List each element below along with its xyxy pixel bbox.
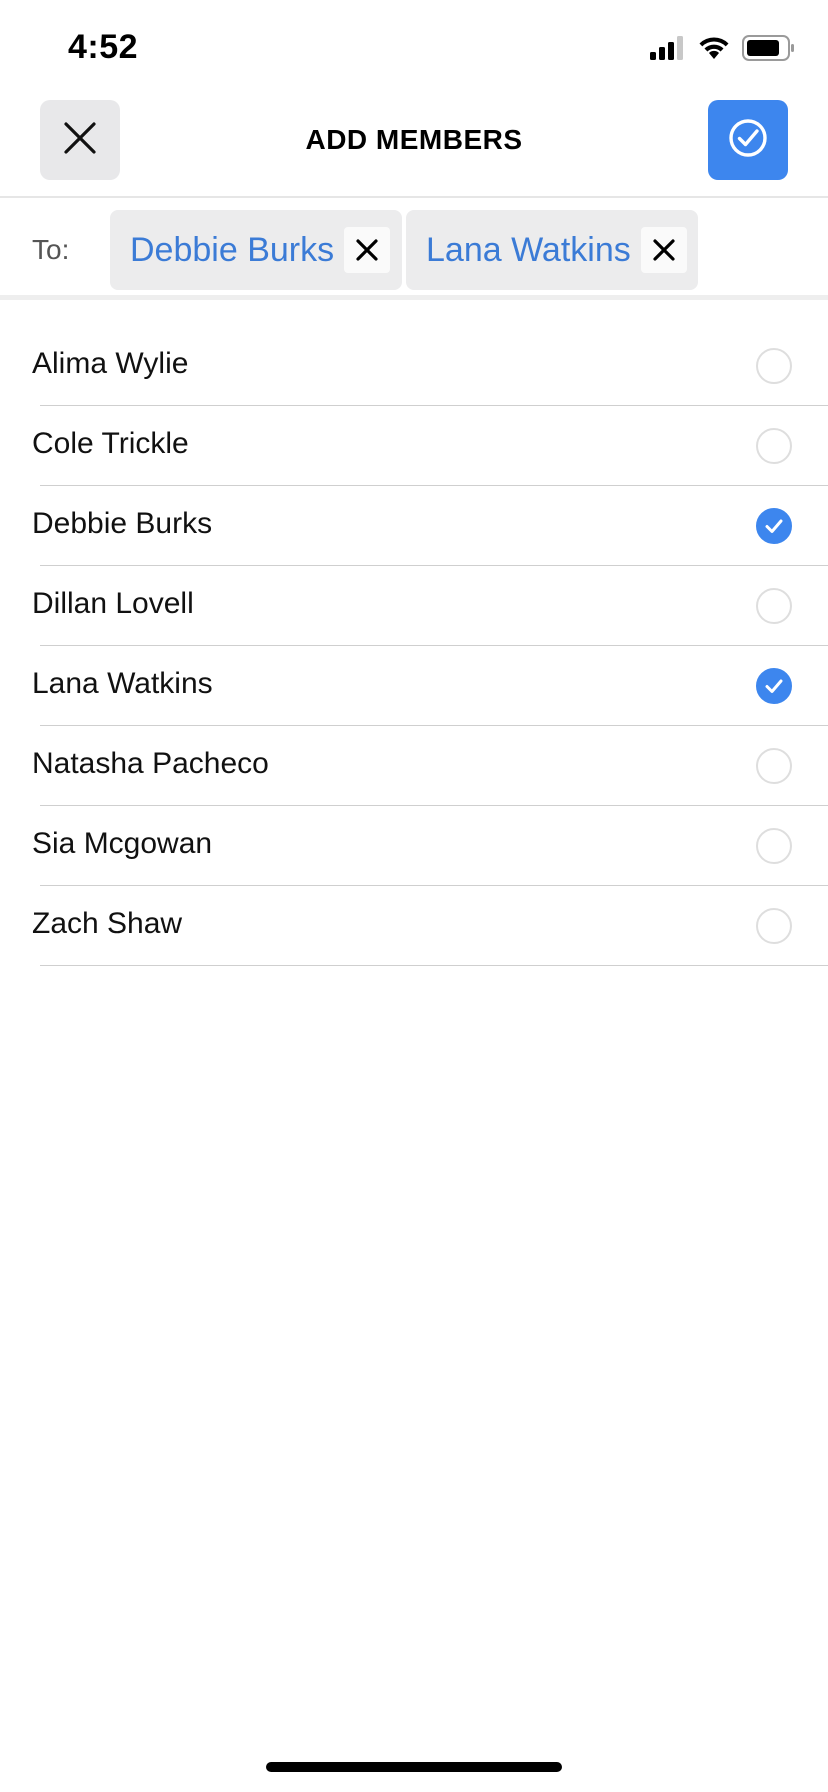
check-circle-icon xyxy=(728,118,768,163)
member-list: Alima Wylie Cole Trickle Debbie Burks Di… xyxy=(0,326,828,966)
member-row[interactable]: Alima Wylie xyxy=(0,326,828,406)
page-title: ADD MEMBERS xyxy=(305,124,523,155)
member-checkbox[interactable] xyxy=(756,348,792,384)
checkmark-icon xyxy=(765,519,783,533)
member-row[interactable]: Sia Mcgowan xyxy=(0,806,828,886)
signal-icon xyxy=(650,35,686,65)
member-row[interactable]: Cole Trickle xyxy=(0,406,828,486)
add-members-screen: 4:52 ADD MEMBERS To: Debbie Burks Lana W… xyxy=(0,0,828,1792)
member-checkbox[interactable] xyxy=(756,428,792,464)
remove-recipient-button[interactable] xyxy=(344,227,391,273)
member-checkbox[interactable] xyxy=(756,748,792,784)
member-row[interactable]: Debbie Burks xyxy=(0,486,828,566)
member-row[interactable]: Natasha Pacheco xyxy=(0,726,828,806)
remove-recipient-button[interactable] xyxy=(640,227,687,273)
to-label: To: xyxy=(32,234,70,265)
confirm-button[interactable] xyxy=(708,100,788,180)
recipients-bar: To: Debbie Burks Lana Watkins xyxy=(0,200,828,300)
member-name: Sia Mcgowan xyxy=(32,827,213,860)
member-row[interactable]: Dillan Lovell xyxy=(0,566,828,646)
member-name: Zach Shaw xyxy=(32,907,183,940)
recipient-chip-label: Debbie Burks xyxy=(130,230,335,269)
member-checkbox[interactable] xyxy=(756,908,792,944)
member-row[interactable]: Lana Watkins xyxy=(0,646,828,726)
member-checkbox[interactable] xyxy=(756,668,792,704)
member-checkbox[interactable] xyxy=(756,508,792,544)
recipient-chip-label: Lana Watkins xyxy=(426,230,631,269)
header: ADD MEMBERS xyxy=(0,96,828,198)
member-name: Alima Wylie xyxy=(32,347,189,380)
remove-icon xyxy=(653,239,675,261)
member-name: Natasha Pacheco xyxy=(32,747,269,780)
status-icons xyxy=(650,34,796,66)
member-checkbox[interactable] xyxy=(756,588,792,624)
member-checkbox[interactable] xyxy=(756,828,792,864)
member-name: Debbie Burks xyxy=(32,507,213,540)
checkmark-icon xyxy=(765,679,783,693)
status-bar: 4:52 xyxy=(0,0,828,90)
member-row[interactable]: Zach Shaw xyxy=(0,886,828,966)
remove-icon xyxy=(356,239,378,261)
member-name: Lana Watkins xyxy=(32,667,213,700)
wifi-icon xyxy=(698,36,730,65)
member-name: Cole Trickle xyxy=(32,427,189,460)
member-name: Dillan Lovell xyxy=(32,587,194,620)
status-time: 4:52 xyxy=(68,28,139,66)
recipient-chip[interactable]: Lana Watkins xyxy=(406,210,698,290)
recipient-chip[interactable]: Debbie Burks xyxy=(110,210,402,290)
home-indicator[interactable] xyxy=(266,1762,562,1772)
battery-icon xyxy=(742,34,796,66)
